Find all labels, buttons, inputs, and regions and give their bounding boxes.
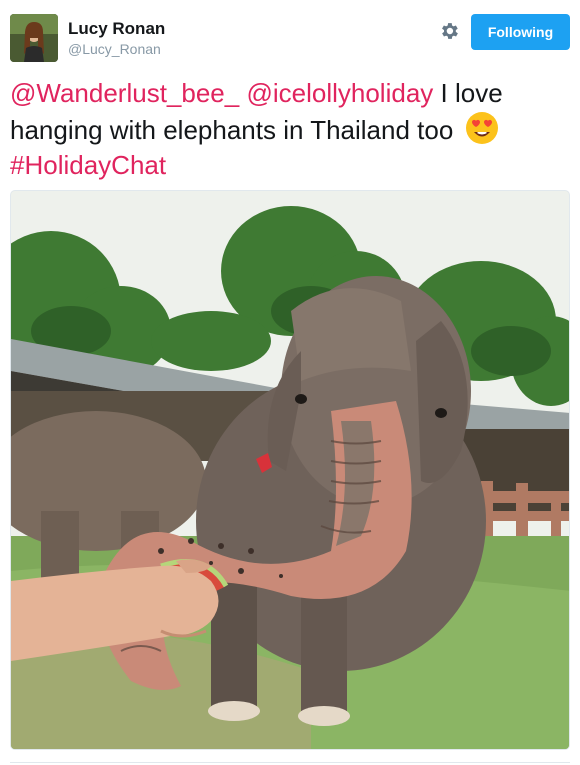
gear-icon[interactable] [438,20,460,42]
hashtag-link[interactable]: #HolidayChat [10,150,166,180]
display-name[interactable]: Lucy Ronan [68,18,165,40]
mention-link-icelolly[interactable]: @icelollyholiday [246,78,433,108]
tweet-header: Lucy Ronan @Lucy_Ronan Following [10,12,570,64]
heart-eyes-emoji-icon [465,111,499,145]
avatar[interactable] [10,14,58,62]
tweet-photo[interactable] [10,190,570,750]
elephant-photo-illustration [11,191,569,749]
mention-link-wanderlust[interactable]: @Wanderlust_bee_ [10,78,239,108]
user-names: Lucy Ronan @Lucy_Ronan [68,18,165,58]
tweet-text: @Wanderlust_bee_ @icelollyholiday I love… [10,76,570,183]
divider [10,762,570,763]
following-button[interactable]: Following [471,14,570,50]
user-handle[interactable]: @Lucy_Ronan [68,40,165,58]
